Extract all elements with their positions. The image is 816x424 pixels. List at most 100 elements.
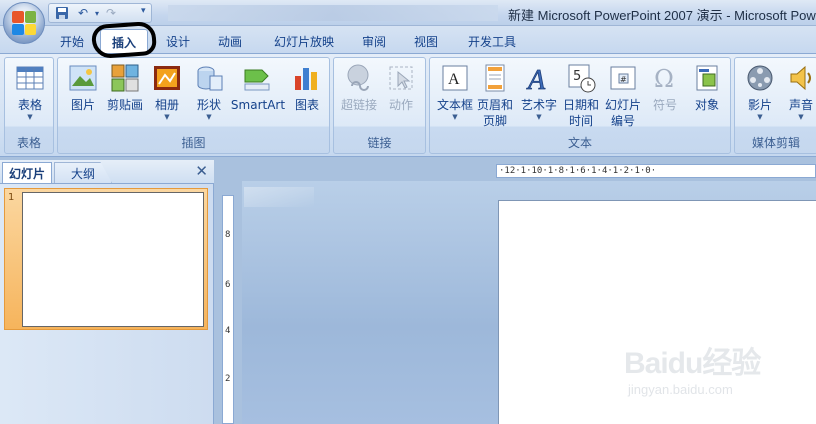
chart-button[interactable]: 图表: [282, 62, 332, 113]
slide-number: 1: [8, 192, 15, 203]
tab-developer[interactable]: 开发工具: [460, 29, 524, 53]
slide-thumbnail-selected[interactable]: 1: [4, 188, 208, 330]
header-footer-icon: [479, 62, 511, 94]
tab-slide-show[interactable]: 幻灯片放映: [264, 29, 344, 53]
sound-icon: [785, 62, 816, 94]
header-footer-button[interactable]: 页眉和 页脚: [472, 62, 518, 129]
action-button[interactable]: 动作: [376, 62, 426, 113]
photo-album-icon: [151, 62, 183, 94]
vruler-mark-8: 8: [225, 230, 231, 240]
ribbon: 表格 ▼ 表格 图片 剪贴画 相册 ▼ 形状 ▼ SmartArt 图表 插图 …: [0, 53, 816, 157]
chevron-down-icon: ▼: [536, 113, 542, 121]
handdrawn-highlight-circle: [90, 20, 158, 60]
header-footer-line1: 页眉和: [476, 98, 513, 112]
sound-label: 声音: [788, 98, 813, 112]
symbol-icon: Ω: [649, 62, 681, 94]
svg-text:A: A: [448, 71, 460, 88]
group-label-links: 链接: [367, 136, 392, 150]
group-text: A 文本框 ▼ 页眉和 页脚 A 艺术字 ▼ 5 日期和 时间 # 幻灯片 编号…: [429, 57, 731, 154]
window-title: 新建 Microsoft PowerPoint 2007 演示 - Micros…: [508, 8, 816, 23]
smartart-button[interactable]: SmartArt: [228, 62, 288, 113]
shapes-label: 形状: [196, 98, 221, 112]
slide-editing-area: [242, 181, 816, 424]
date-time-label: 日期和 时间: [563, 97, 599, 129]
object-button[interactable]: 对象: [682, 62, 732, 113]
object-icon: [691, 62, 723, 94]
action-label: 动作: [388, 98, 413, 112]
vruler-mark-2: 2: [225, 374, 231, 384]
group-tables: 表格 ▼ 表格: [4, 57, 54, 154]
slide-number-label: 幻灯片 编号: [605, 97, 641, 129]
group-links: 超链接 动作 链接: [333, 57, 426, 154]
date-time-icon: 5: [565, 62, 597, 94]
workarea-sheen: [244, 187, 314, 207]
chevron-down-icon: ▼: [798, 113, 804, 121]
vruler-mark-4: 4: [225, 326, 231, 336]
symbol-label: 符号: [652, 98, 677, 112]
tab-outline[interactable]: 大纲: [54, 162, 112, 183]
customize-dropdown-icon[interactable]: ▾: [141, 6, 146, 16]
chevron-down-icon: ▼: [452, 113, 458, 121]
chevron-down-icon: ▼: [757, 113, 763, 121]
object-label: 对象: [694, 98, 719, 112]
movie-button[interactable]: 影片 ▼: [735, 62, 785, 121]
date-time-line1: 日期和: [562, 98, 599, 112]
chevron-down-icon: ▼: [206, 113, 212, 121]
slides-outline-pane: 幻灯片 大纲 ✕ 1: [0, 160, 214, 424]
header-footer-line2: 页脚: [482, 114, 507, 128]
photo-album-label: 相册: [154, 98, 179, 112]
table-button[interactable]: 表格 ▼: [5, 62, 55, 121]
save-icon[interactable]: [53, 5, 71, 21]
group-label-text: 文本: [567, 136, 592, 150]
svg-text:#: #: [620, 75, 627, 84]
slide-canvas[interactable]: [498, 200, 816, 424]
tab-review[interactable]: 审阅: [354, 29, 394, 53]
tab-slides[interactable]: 幻灯片: [2, 162, 52, 183]
shapes-button[interactable]: 形状 ▼: [184, 62, 234, 121]
vertical-ruler[interactable]: 8 6 4 2: [222, 195, 234, 424]
table-icon: [14, 62, 46, 94]
blurred-taskbar-strip: [168, 5, 498, 21]
office-logo-icon: [12, 11, 36, 35]
slide-number-line2: 编号: [610, 114, 635, 128]
pane-tabs: 幻灯片 大纲 ✕: [0, 160, 214, 184]
movie-icon: [744, 62, 776, 94]
horizontal-ruler[interactable]: ·12·1·10·1·8·1·6·1·4·1·2·1·0·: [496, 164, 816, 178]
clipart-icon: [109, 62, 141, 94]
sound-button[interactable]: 声音 ▼: [779, 62, 816, 121]
svg-text:5: 5: [573, 69, 581, 84]
textbox-label: 文本框: [436, 98, 473, 112]
horizontal-ruler-marks: ·12·1·10·1·8·1·6·1·4·1·2·1·0·: [499, 166, 657, 176]
group-media-clips: 影片 ▼ 声音 ▼ 媒体剪辑: [734, 57, 816, 154]
group-label-tables: 表格: [16, 136, 41, 150]
picture-label: 图片: [70, 98, 95, 112]
chart-icon: [291, 62, 323, 94]
undo-icon[interactable]: ↶: [74, 5, 92, 21]
wordart-icon: A: [523, 62, 555, 97]
undo-dropdown-icon[interactable]: ▾: [95, 9, 99, 18]
group-label-illustrations: 插图: [181, 136, 206, 150]
chart-label: 图表: [294, 98, 319, 112]
close-icon[interactable]: ✕: [195, 163, 208, 179]
header-footer-label: 页眉和 页脚: [477, 97, 513, 129]
office-button[interactable]: [3, 2, 45, 44]
date-time-line2: 时间: [568, 114, 593, 128]
chevron-down-icon: ▼: [27, 113, 33, 121]
quick-access-toolbar: ↶ ▾ ↷: [48, 3, 152, 23]
table-label: 表格: [17, 98, 42, 112]
wordart-label: 艺术字: [520, 98, 557, 112]
vruler-mark-6: 6: [225, 280, 231, 290]
hyperlink-label: 超链接: [340, 98, 377, 112]
smartart-label: SmartArt: [230, 98, 286, 112]
textbox-icon: A: [439, 62, 471, 94]
tab-design[interactable]: 设计: [158, 29, 198, 53]
svg-text:Ω: Ω: [654, 65, 674, 93]
shapes-icon: [193, 62, 225, 94]
tab-animations[interactable]: 动画: [210, 29, 250, 53]
tab-home[interactable]: 开始: [52, 29, 92, 53]
tab-view[interactable]: 视图: [406, 29, 446, 53]
chevron-down-icon: ▼: [164, 113, 170, 121]
redo-icon[interactable]: ↷: [102, 5, 120, 21]
slide-thumbnail[interactable]: [22, 192, 204, 327]
smartart-icon: [242, 62, 274, 94]
